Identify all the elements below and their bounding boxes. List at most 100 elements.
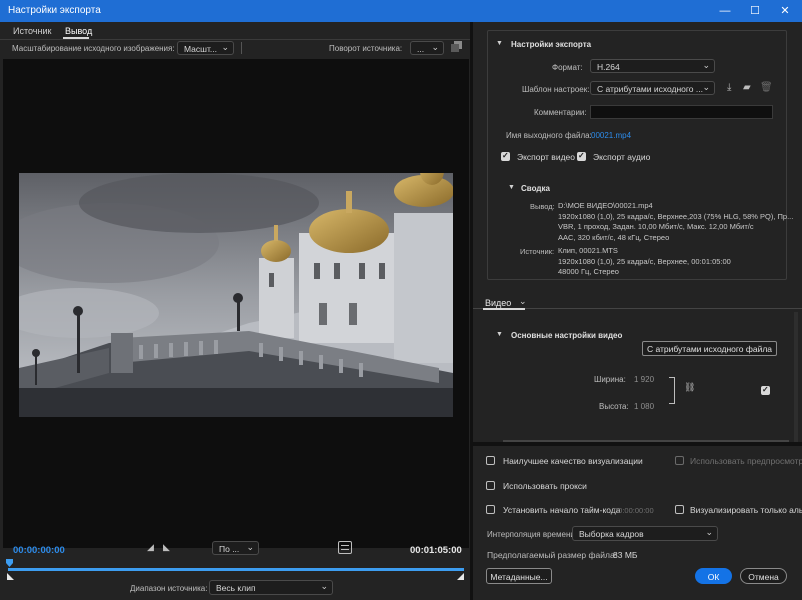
metadata-button[interactable]: Метаданные... (486, 568, 552, 584)
export-audio-checkbox[interactable] (577, 151, 586, 161)
close-button[interactable]: ✕ (770, 0, 800, 22)
timecode-current[interactable]: 00:00:00:00 (13, 545, 65, 556)
crop-icon[interactable] (451, 41, 462, 52)
summary-source-line: 1920x1080 (1,0), 25 кадра/с, Верхнее, 00… (558, 256, 731, 266)
rotate-dropdown[interactable]: ... ⌄ (410, 41, 444, 55)
preview-panel: Источник Вывод Масштабирование исходного… (0, 22, 470, 600)
interp-dropdown[interactable]: Выборка кадров ⌄ (572, 526, 718, 541)
scrollbar[interactable] (794, 312, 798, 442)
cancel-button[interactable]: Отмена (740, 568, 787, 584)
match-source-checkbox[interactable] (761, 385, 770, 395)
timecode-duration: 00:01:05:00 (410, 545, 462, 556)
height-value[interactable]: 1 080 (634, 402, 654, 411)
timeline-track[interactable] (8, 568, 464, 571)
aspect-ratio-icon[interactable] (338, 541, 352, 554)
link-icon[interactable]: ⛓ (684, 382, 695, 393)
mark-out-icon[interactable]: ◣ (163, 542, 170, 553)
set-timecode-checkbox[interactable] (486, 505, 495, 514)
scaling-label: Масштабирование исходного изображения: (12, 44, 175, 53)
collapse-triangle-icon[interactable]: ▼ (496, 40, 503, 47)
aspect-ratio-icon-inner (341, 545, 349, 550)
chevron-down-icon: ⌄ (702, 82, 710, 92)
rotate-label: Поворот источника: (329, 44, 403, 53)
video-collapse-icon[interactable]: ▼ (496, 331, 503, 338)
summary-source-line: 48000 Гц, Стерео (558, 267, 619, 276)
fit-value: По ... (219, 544, 240, 554)
use-proxy-checkbox[interactable] (486, 481, 495, 490)
export-video-checkbox[interactable] (501, 151, 510, 161)
chevron-down-icon: ⌄ (431, 42, 439, 52)
render-alpha-label: Визуализировать только альф (690, 505, 802, 515)
fit-dropdown[interactable]: По ... ⌄ (212, 541, 259, 555)
scaling-value: Масшт... (184, 44, 218, 54)
match-source-button[interactable]: С атрибутами исходного файла (642, 341, 777, 356)
chevron-down-icon: ⌄ (320, 581, 328, 591)
max-quality-label: Наилучшее качество визуализации (503, 456, 643, 466)
est-size-value: 83 МБ (613, 550, 638, 560)
link-bracket (669, 377, 675, 404)
summary-collapse-icon[interactable]: ▼ (508, 184, 515, 191)
summary-source-label: Источник: (520, 247, 555, 256)
use-previews-checkbox[interactable] (675, 456, 684, 465)
width-label: Ширина: (594, 375, 626, 384)
output-name-label: Имя выходного файла: (506, 131, 592, 140)
maximize-button[interactable]: ☐ (740, 0, 770, 22)
basic-video-title: Основные настройки видео (511, 331, 623, 340)
chevron-down-icon: ⌄ (221, 42, 229, 52)
playhead-icon[interactable] (6, 559, 13, 567)
summary-output-line: D:\МОЕ ВИДЕО\00021.mp4 (558, 201, 653, 210)
width-value[interactable]: 1 920 (634, 375, 654, 384)
title-bar: Настройки экспорта — ☐ ✕ (0, 0, 802, 22)
video-frame (0, 157, 454, 417)
separator (241, 42, 242, 54)
preset-dropdown[interactable]: С атрибутами исходного ... ⌄ (590, 81, 715, 95)
render-alpha-checkbox[interactable] (675, 505, 684, 514)
video-viewport (0, 59, 469, 548)
format-label: Формат: (552, 63, 583, 72)
export-settings-title: Настройки экспорта (511, 40, 592, 49)
summary-title: Сводка (521, 184, 550, 193)
tab-output[interactable]: Вывод (65, 26, 92, 36)
max-quality-checkbox[interactable] (486, 456, 495, 465)
settings-panel: ▼ Настройки экспорта Формат: H.264 ⌄ Шабл… (473, 22, 802, 600)
source-range-value: Весь клип (216, 583, 256, 593)
chevron-down-icon: ⌄ (246, 542, 254, 552)
summary-source: Клип, 00021.MTS 1920x1080 (1,0), 25 кадр… (558, 246, 774, 278)
preset-value: С атрибутами исходного ... (597, 84, 703, 94)
summary-output-line: VBR, 1 проход, Задан. 10,00 Мбит/с, Макс… (558, 222, 754, 231)
mark-in-icon[interactable]: ◢ (147, 542, 154, 553)
rotate-value: ... (417, 44, 425, 54)
scaling-dropdown[interactable]: Масшт... ⌄ (177, 41, 234, 55)
interp-value: Выборка кадров (579, 529, 644, 539)
chevron-down-icon: ⌄ (702, 60, 710, 70)
preset-label: Шаблон настроек: (522, 85, 590, 94)
window-title: Настройки экспорта (8, 5, 101, 16)
comments-input[interactable] (590, 105, 773, 119)
format-value: H.264 (597, 62, 620, 72)
summary-output-label: Вывод: (530, 202, 555, 211)
set-timecode-label: Установить начало тайм-кода (503, 505, 621, 515)
import-preset-icon[interactable]: ▰ (743, 82, 751, 93)
timecode-start-value[interactable]: 00:00:00:00 (614, 506, 654, 515)
est-size-label: Предполагаемый размер файла: (487, 550, 618, 560)
delete-preset-icon[interactable]: 🗑 (760, 82, 773, 93)
format-dropdown[interactable]: H.264 ⌄ (590, 59, 715, 73)
chevron-down-icon[interactable]: ⌄ (519, 296, 527, 307)
output-name-link[interactable]: 00021.mp4 (591, 131, 631, 140)
use-proxy-label: Использовать прокси (503, 481, 587, 491)
save-preset-icon[interactable]: ⤓ (727, 82, 731, 93)
interp-label: Интерполяция времени: (487, 530, 578, 539)
comments-label: Комментарии: (534, 108, 587, 117)
divider (0, 39, 470, 40)
in-point-icon[interactable] (7, 572, 14, 582)
ok-button[interactable]: ОК (695, 568, 732, 584)
source-range-dropdown[interactable]: Весь клип ⌄ (209, 580, 333, 595)
out-point-icon[interactable] (457, 572, 464, 582)
chevron-down-icon: ⌄ (705, 527, 713, 537)
minimize-button[interactable]: — (710, 0, 740, 22)
export-audio-label: Экспорт аудио (593, 152, 651, 162)
panel-divider-horizontal[interactable] (473, 442, 802, 446)
tab-video[interactable]: Видео (485, 298, 511, 308)
tab-source[interactable]: Источник (13, 26, 51, 36)
source-range-label: Диапазон источника: (130, 584, 208, 593)
